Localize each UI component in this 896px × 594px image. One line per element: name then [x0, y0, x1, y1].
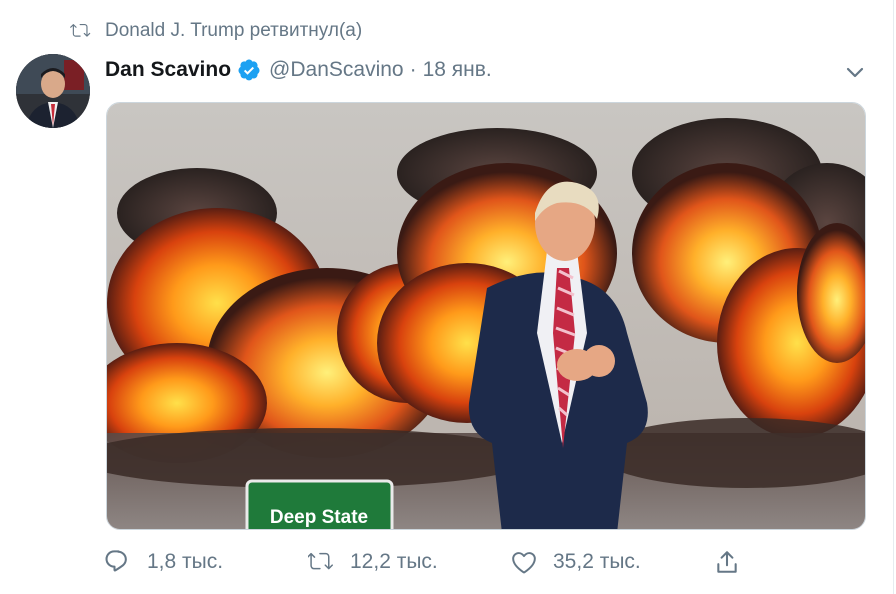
retweet-button[interactable]: 12,2 тыс. [308, 542, 438, 582]
chevron-down-icon[interactable] [843, 60, 867, 84]
like-count: 35,2 тыс. [553, 550, 641, 573]
avatar[interactable] [16, 54, 90, 128]
reply-count: 1,8 тыс. [147, 550, 224, 573]
verified-badge-icon [238, 59, 260, 81]
tweet-media-image[interactable]: Deep State [106, 102, 866, 530]
road-sign-figure: Deep State [245, 479, 394, 529]
reply-button[interactable]: 1,8 тыс. [105, 542, 223, 582]
user-handle[interactable]: @DanScavino [269, 58, 404, 82]
tweet-card[interactable]: Donald J. Trump ретвитнул(а) Dan Scavino… [0, 0, 896, 594]
retweet-icon [308, 552, 333, 570]
tweet-action-bar: 1,8 тыс. 12,2 тыс. 35,2 тыс. [0, 542, 896, 582]
share-icon [717, 551, 737, 573]
retweet-context-text[interactable]: Donald J. Trump ретвитнул(а) [105, 20, 362, 42]
reply-icon [105, 550, 127, 572]
retweet-icon [70, 23, 91, 37]
display-name[interactable]: Dan Scavino [105, 58, 231, 82]
share-button[interactable] [714, 542, 740, 582]
media-illustration: Deep State [107, 103, 865, 529]
tweet-divider [893, 0, 894, 594]
tweet-header: Dan Scavino @DanScavino · 18 янв. [105, 55, 492, 85]
retweet-count: 12,2 тыс. [350, 550, 438, 573]
heart-icon [512, 552, 536, 574]
avatar-image [16, 54, 90, 128]
like-button[interactable]: 35,2 тыс. [511, 542, 641, 582]
tweet-timestamp[interactable]: 18 янв. [423, 58, 492, 82]
sign-text: Deep State [270, 507, 368, 528]
separator-dot: · [409, 58, 417, 81]
